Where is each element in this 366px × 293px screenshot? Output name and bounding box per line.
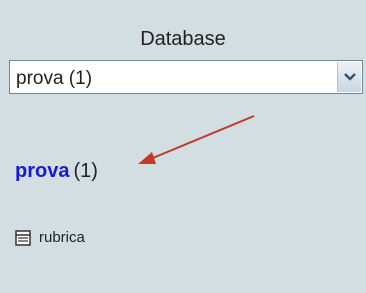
database-link-name[interactable]: prova (15, 160, 69, 182)
database-select-value: prova (1) (16, 68, 93, 89)
table-item-rubrica[interactable]: rubrica (15, 229, 85, 246)
database-link[interactable]: prova (1) (15, 160, 98, 183)
chevron-down-icon (344, 73, 356, 81)
arrow-annotation-icon (138, 115, 255, 164)
database-label: Database (0, 28, 366, 51)
table-icon (15, 229, 31, 246)
database-select[interactable]: prova (1) (9, 60, 363, 94)
database-link-count: (1) (73, 160, 98, 182)
navigation-panel: Database prova (1) prova (1) rubrica (0, 0, 366, 293)
table-item-label[interactable]: rubrica (39, 229, 85, 246)
dropdown-button[interactable] (337, 62, 361, 92)
database-label-text: Database (140, 28, 226, 50)
